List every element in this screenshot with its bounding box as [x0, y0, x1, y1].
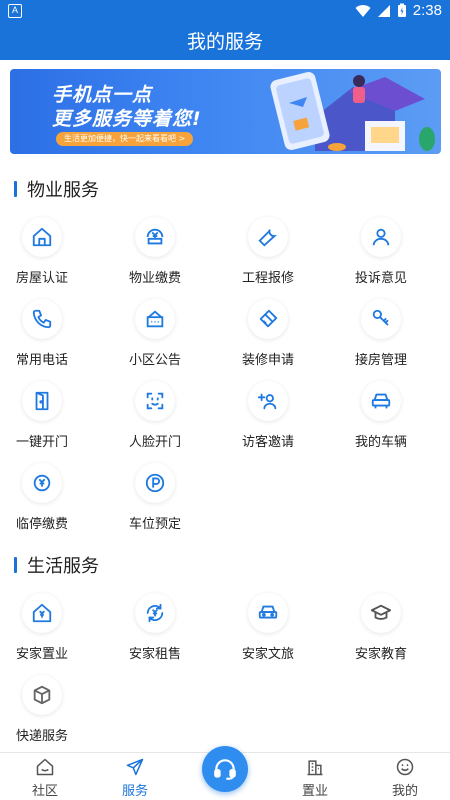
service-home-buy[interactable]: 安家置业 — [0, 593, 112, 675]
service-notice[interactable]: 小区公告 — [113, 299, 225, 381]
tab-community[interactable]: 社区 — [0, 753, 90, 800]
banner-illustration — [270, 71, 435, 151]
face-scan-icon — [135, 381, 175, 421]
notice-icon — [135, 299, 175, 339]
car-icon — [361, 381, 401, 421]
main-content: 手机点一点 更多服务等着您! 生活更加便捷，快一起来看看吧 > 物业服务 房屋认… — [0, 60, 450, 752]
parking-icon — [135, 463, 175, 503]
rent-icon — [135, 593, 175, 633]
service-temp-parking-fee[interactable]: 临停缴费 — [0, 463, 112, 545]
payment-icon — [135, 217, 175, 257]
service-handover[interactable]: 接房管理 — [339, 299, 450, 381]
wrench-icon — [248, 217, 288, 257]
banner-pill: 生活更加便捷，快一起来看看吧 > — [56, 132, 194, 146]
travel-car-icon — [248, 593, 288, 633]
service-one-key-open[interactable]: 一键开门 — [0, 381, 112, 463]
tab-property[interactable]: 置业 — [270, 753, 360, 800]
section-title-property: 物业服务 — [14, 176, 99, 202]
home-buy-icon — [22, 593, 62, 633]
status-bar: A 2:38 — [0, 0, 450, 24]
banner-subheadline: 更多服务等着您! — [52, 108, 202, 130]
tab-service[interactable]: 服务 — [90, 753, 180, 800]
service-complaint[interactable]: 投诉意见 — [339, 217, 450, 299]
headset-icon — [214, 759, 236, 780]
section-accent-bar — [14, 181, 17, 197]
banner-headline: 手机点一点 — [52, 84, 153, 106]
section-accent-bar — [14, 557, 17, 573]
notification-icon: A — [8, 4, 22, 18]
service-renovation[interactable]: 装修申请 — [226, 299, 338, 381]
page-title: 我的服务 — [0, 24, 450, 60]
key-icon — [361, 299, 401, 339]
service-my-vehicle[interactable]: 我的车辆 — [339, 381, 450, 463]
tab-mine[interactable]: 我的 — [360, 753, 450, 800]
user-icon — [361, 217, 401, 257]
signal-icon — [377, 4, 390, 17]
service-rent[interactable]: 安家租售 — [113, 593, 225, 675]
service-education[interactable]: 安家教育 — [339, 593, 450, 675]
house-icon — [22, 217, 62, 257]
package-icon — [22, 675, 62, 715]
battery-icon — [397, 3, 406, 17]
building-icon — [307, 760, 323, 776]
service-repair[interactable]: 工程报修 — [226, 217, 338, 299]
service-travel[interactable]: 安家文旅 — [226, 593, 338, 675]
service-phone[interactable]: 常用电话 — [0, 299, 112, 381]
graduation-cap-icon — [361, 593, 401, 633]
door-icon — [22, 381, 62, 421]
wifi-icon — [355, 4, 371, 17]
add-visitor-icon — [248, 381, 288, 421]
service-visitor-invite[interactable]: 访客邀请 — [226, 381, 338, 463]
smile-icon — [396, 758, 414, 776]
customer-service-button[interactable] — [202, 746, 248, 792]
service-parking-reserve[interactable]: 车位预定 — [113, 463, 225, 545]
paint-roller-icon — [248, 299, 288, 339]
parking-fee-icon — [22, 463, 62, 503]
phone-icon — [22, 299, 62, 339]
section-title-life: 生活服务 — [14, 552, 99, 578]
send-icon — [126, 758, 144, 776]
service-face-open[interactable]: 人脸开门 — [113, 381, 225, 463]
service-house-auth[interactable]: 房屋认证 — [0, 217, 112, 299]
status-time: 2:38 — [412, 2, 442, 19]
community-icon — [36, 758, 54, 776]
service-express[interactable]: 快递服务 — [0, 675, 112, 757]
service-property-fee[interactable]: 物业缴费 — [113, 217, 225, 299]
promo-banner[interactable]: 手机点一点 更多服务等着您! 生活更加便捷，快一起来看看吧 > — [10, 69, 441, 154]
